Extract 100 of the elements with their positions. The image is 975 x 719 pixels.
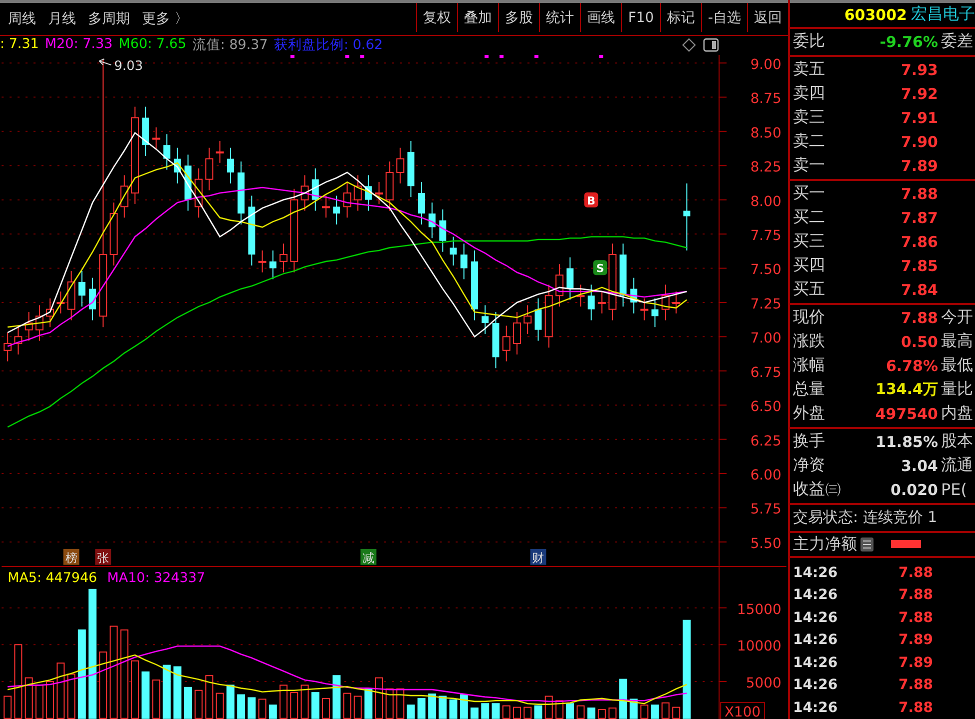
trade-time: 14:26 xyxy=(792,632,839,648)
quote-label: 内盘 xyxy=(940,403,973,424)
bid-price: 7.86 xyxy=(900,232,938,250)
bar xyxy=(364,688,372,719)
unit-label: X100 xyxy=(720,702,765,719)
price-tick-label: 5.50 xyxy=(750,536,782,552)
candlestick xyxy=(269,250,276,280)
ask-label: 卖五 xyxy=(792,59,826,80)
ask-price: 7.93 xyxy=(900,60,938,78)
diamond-icon[interactable] xyxy=(682,38,696,52)
indicator-value: M60: 7.65 xyxy=(118,36,186,54)
stat-label: 流通 xyxy=(940,455,973,476)
quote-value: 7.88 xyxy=(900,308,938,326)
ask-label: 卖四 xyxy=(792,83,826,104)
bar xyxy=(566,702,574,719)
candlestick xyxy=(354,174,362,212)
price-tick-label: 6.25 xyxy=(750,433,782,450)
stock-name: 宏昌电子 xyxy=(911,4,975,26)
ask-label: 卖三 xyxy=(792,107,826,128)
candlestick xyxy=(588,284,595,321)
bar xyxy=(438,695,447,719)
event-tag[interactable]: 减 xyxy=(360,548,376,565)
trade-time: 14:26 xyxy=(792,564,839,581)
bar xyxy=(619,678,628,719)
event-tag[interactable]: 财 xyxy=(530,548,546,565)
price-tick-label: 7.75 xyxy=(750,228,782,244)
indicator-value: M20: 7.33 xyxy=(44,36,113,54)
bar xyxy=(268,704,277,719)
volume-tick-label: 5000 xyxy=(746,675,782,692)
stat-label: 换手 xyxy=(792,431,826,452)
quote-value: 497540 xyxy=(874,404,938,422)
period-tab[interactable]: 周线 xyxy=(8,10,36,28)
stat-label: PE( xyxy=(940,480,967,499)
candlestick xyxy=(322,194,330,218)
bar xyxy=(460,694,468,719)
bar xyxy=(481,702,490,719)
indicator-value: : 7.31 xyxy=(0,36,39,54)
trade-time: 14:26 xyxy=(792,700,839,716)
candlestick xyxy=(226,147,234,184)
bar xyxy=(78,629,86,719)
bar xyxy=(226,684,234,719)
volume-tick-label: 15000 xyxy=(737,601,782,618)
candlestick xyxy=(502,325,510,362)
bid-price: 7.87 xyxy=(900,208,938,226)
ask-label: 卖一 xyxy=(792,155,826,176)
stock-code: 603002 xyxy=(844,6,907,24)
list-icon[interactable] xyxy=(860,536,874,552)
event-tag[interactable]: 榜 xyxy=(63,548,80,565)
trade-time: 14:26 xyxy=(792,654,839,671)
candlestick xyxy=(513,311,521,355)
stat-label: 股本 xyxy=(940,431,973,452)
bar xyxy=(406,704,415,719)
ask-price: 7.89 xyxy=(900,156,938,174)
trade-time: 14:26 xyxy=(792,587,839,604)
price-tick-label: 7.25 xyxy=(750,296,782,312)
bar xyxy=(682,619,691,719)
candlestick xyxy=(333,194,340,225)
candlestick xyxy=(418,181,425,225)
bar xyxy=(587,707,596,719)
quote-label: 涨幅 xyxy=(792,355,826,376)
period-tab[interactable]: 多周期 xyxy=(88,10,130,28)
candlestick xyxy=(216,140,224,164)
bar xyxy=(332,674,341,719)
candlestick xyxy=(640,298,648,321)
trade-price: 7.88 xyxy=(897,564,933,581)
price-tick-label: 7.50 xyxy=(750,262,782,278)
period-tab[interactable]: 月线 xyxy=(48,10,76,28)
candlestick xyxy=(524,304,532,334)
price-tick-label: 6.75 xyxy=(750,364,782,381)
bar xyxy=(492,702,500,719)
bar xyxy=(248,696,256,719)
quote-value: 0.50 xyxy=(900,332,938,350)
stat-label: 收益㈢ xyxy=(792,479,842,500)
bid-label: 买三 xyxy=(792,231,826,252)
event-tag[interactable]: 张 xyxy=(95,548,112,565)
price-tick-label: 8.25 xyxy=(750,159,782,176)
price-tick-label: 8.75 xyxy=(750,90,782,107)
volume-tick-label: 10000 xyxy=(737,638,782,654)
period-tab[interactable]: 更多 〉 xyxy=(142,10,188,28)
bar xyxy=(470,707,479,719)
quote-label: 涨跌 xyxy=(792,331,826,352)
row-label: 委比 xyxy=(792,31,826,52)
row-value: -9.76% xyxy=(878,32,938,50)
bid-price: 7.85 xyxy=(900,256,938,274)
candlestick xyxy=(4,332,12,362)
bar xyxy=(417,698,426,719)
candlestick xyxy=(683,182,690,251)
bar xyxy=(650,704,659,719)
quote-value: 134.4万 xyxy=(874,380,938,399)
bid-label: 买一 xyxy=(792,183,826,204)
candlestick xyxy=(205,147,214,191)
trade-signal-marker: S xyxy=(593,260,608,275)
bar xyxy=(428,693,436,719)
candlestick xyxy=(343,181,352,218)
candlestick xyxy=(534,298,542,342)
trade-time: 14:26 xyxy=(792,677,839,694)
bar xyxy=(237,694,246,719)
trade-price: 7.88 xyxy=(897,677,933,694)
panel-toggle-icon[interactable] xyxy=(703,38,719,52)
stat-value: 11.85% xyxy=(874,432,938,450)
